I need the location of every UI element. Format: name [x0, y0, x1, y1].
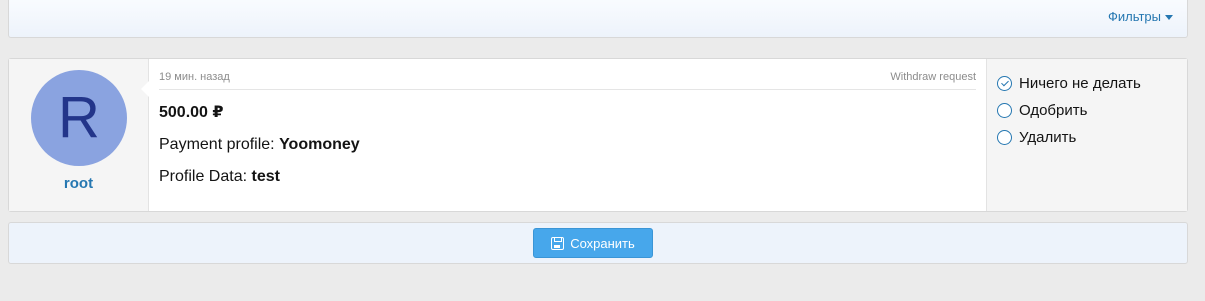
checkmark-icon — [1000, 78, 1009, 87]
user-cell: R root — [9, 59, 149, 211]
payment-profile-line: Payment profile: Yoomoney — [159, 136, 976, 154]
profile-data-value: test — [251, 168, 280, 185]
save-button[interactable]: Сохранить — [533, 228, 653, 258]
request-content: 19 мин. назад Withdraw request 500.00 ₽ … — [149, 59, 987, 211]
option-label: Удалить — [1019, 129, 1077, 146]
option-delete[interactable]: Удалить — [997, 124, 1187, 151]
request-meta: 19 мин. назад Withdraw request — [159, 59, 976, 90]
payment-profile-label: Payment profile: — [159, 136, 275, 153]
payment-profile-value: Yoomoney — [279, 136, 360, 153]
radio-checked-icon[interactable] — [997, 76, 1012, 91]
action-options: Ничего не делать Одобрить Удалить — [987, 59, 1187, 211]
time-ago: 19 мин. назад — [159, 71, 230, 83]
save-icon — [551, 236, 565, 250]
avatar-letter: R — [58, 85, 100, 150]
username-link[interactable]: root — [9, 175, 148, 192]
request-amount: 500.00 ₽ — [159, 104, 224, 121]
option-label: Одобрить — [1019, 102, 1088, 119]
pointer-arrow — [141, 81, 149, 97]
avatar[interactable]: R — [31, 70, 127, 166]
option-do-nothing[interactable]: Ничего не делать — [997, 70, 1187, 97]
filters-toggle[interactable]: Фильтры — [1108, 9, 1173, 24]
filters-label: Фильтры — [1107, 9, 1161, 24]
profile-data-line: Profile Data: test — [159, 168, 976, 186]
profile-data-label: Profile Data: — [159, 168, 248, 185]
filter-bar: Фильтры — [8, 0, 1188, 38]
withdraw-request-block: R root 19 мин. назад Withdraw request 50… — [8, 58, 1188, 212]
option-approve[interactable]: Одобрить — [997, 97, 1187, 124]
radio-icon[interactable] — [997, 103, 1012, 118]
caret-down-icon — [1165, 14, 1173, 20]
option-label: Ничего не делать — [1019, 75, 1141, 92]
footer-bar: Сохранить — [8, 222, 1188, 264]
request-type: Withdraw request — [890, 71, 976, 83]
radio-icon[interactable] — [997, 130, 1012, 145]
save-label: Сохранить — [570, 235, 635, 251]
